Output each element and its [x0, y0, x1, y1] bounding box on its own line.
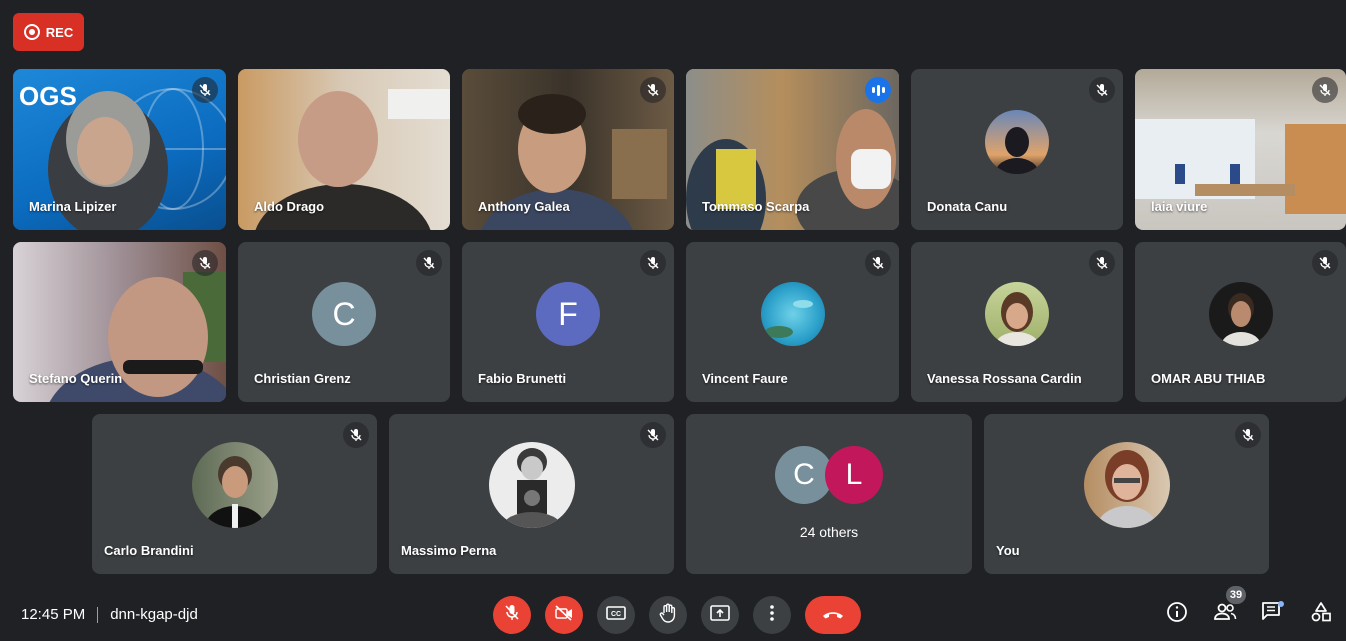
mic-off-icon: [192, 77, 218, 103]
recording-label: REC: [45, 24, 74, 40]
more-options-icon: [770, 604, 774, 626]
participant-name: Vincent Faure: [702, 371, 788, 386]
avatar-initial: C: [793, 458, 815, 491]
more-options-button[interactable]: [753, 596, 791, 634]
mic-off-icon: [640, 77, 666, 103]
chat-button[interactable]: [1260, 600, 1286, 628]
bottom-toolbar: 12:45 PM dnn-kgap-djd CC 39: [0, 586, 1346, 641]
mic-off-icon: [640, 250, 666, 276]
camera-toggle-button[interactable]: [545, 596, 583, 634]
avatar-initial: C: [332, 295, 356, 332]
mic-off-icon: [865, 250, 891, 276]
avatar: [760, 282, 825, 346]
participant-tile-donata[interactable]: Donata Canu: [911, 69, 1123, 230]
participant-name: Aldo Drago: [254, 199, 325, 214]
participant-tile-omar[interactable]: OMAR ABU THIAB: [1135, 242, 1346, 402]
others-avatars: C L: [775, 446, 883, 504]
participant-tile-anthony[interactable]: Anthony Galea: [462, 69, 674, 230]
chat-icon: [1261, 600, 1285, 628]
recording-indicator: REC: [13, 13, 84, 51]
avatar-initial: F: [558, 295, 578, 332]
mic-off-icon: [1089, 77, 1115, 103]
avatar: [488, 442, 575, 528]
mic-off-icon: [416, 250, 442, 276]
activities-icon: [1310, 601, 1332, 628]
avatar: [1083, 442, 1170, 528]
participant-name: Stefano Querin: [29, 371, 123, 386]
participant-name: OMAR ABU THIAB: [1151, 371, 1266, 386]
present-now-button[interactable]: [701, 596, 739, 634]
captions-button[interactable]: CC: [597, 596, 635, 634]
info-icon: [1166, 601, 1188, 628]
meeting-details: 12:45 PM dnn-kgap-djd: [21, 606, 198, 623]
participant-name: Anthony Galea: [478, 199, 570, 214]
mic-off-icon: [192, 250, 218, 276]
participant-tile-you[interactable]: You: [984, 414, 1269, 574]
avatar: F: [536, 282, 600, 346]
meeting-time: 12:45 PM: [21, 606, 86, 623]
mic-off-icon: [1312, 250, 1338, 276]
participants-count-badge: 39: [1226, 586, 1246, 604]
participant-name: Tommaso Scarpa: [702, 199, 810, 214]
participant-tile-christian[interactable]: C Christian Grenz: [238, 242, 450, 402]
participant-name: Donata Canu: [927, 199, 1008, 214]
mic-off-icon: [504, 604, 520, 627]
participant-tile-vanessa[interactable]: Vanessa Rossana Cardin: [911, 242, 1123, 402]
participant-tile-aldo[interactable]: Aldo Drago: [238, 69, 450, 230]
logo-text: OGS: [19, 81, 77, 111]
avatar-initial: L: [845, 458, 863, 491]
mic-off-icon: [640, 422, 666, 448]
avatar: [985, 109, 1049, 174]
participant-name: Christian Grenz: [254, 371, 351, 386]
participant-tile-stefano[interactable]: Stefano Querin: [13, 242, 226, 402]
avatar: C: [312, 282, 376, 346]
captions-icon: CC: [606, 605, 626, 625]
leave-call-button[interactable]: [805, 596, 861, 634]
activities-button[interactable]: [1308, 601, 1334, 627]
participant-name: laia viure: [1151, 199, 1208, 214]
svg-text:CC: CC: [611, 611, 621, 618]
avatar: L: [825, 446, 883, 504]
show-everyone-button[interactable]: [1212, 601, 1238, 627]
mic-off-icon: [343, 422, 369, 448]
participant-name: Marina Lipizer: [29, 199, 117, 214]
end-call-icon: [821, 606, 845, 624]
participant-name: Vanessa Rossana Cardin: [927, 371, 1082, 386]
participant-tile-vincent[interactable]: Vincent Faure: [686, 242, 899, 402]
meeting-details-button[interactable]: [1164, 601, 1190, 627]
avatar: [1208, 282, 1273, 346]
mic-off-icon: [1089, 250, 1115, 276]
raise-hand-button[interactable]: [649, 596, 687, 634]
record-icon: [23, 24, 40, 40]
raise-hand-icon: [659, 603, 677, 628]
meeting-code: dnn-kgap-djd: [110, 606, 198, 623]
participant-tile-massimo[interactable]: Massimo Perna: [389, 414, 674, 574]
participant-name: Carlo Brandini: [104, 543, 194, 558]
participant-tile-tommaso[interactable]: Tommaso Scarpa: [686, 69, 899, 230]
participant-name: Fabio Brunetti: [478, 371, 567, 386]
divider: [97, 606, 99, 623]
participant-tile-laia[interactable]: laia viure: [1135, 69, 1346, 230]
avatar: [191, 442, 278, 528]
participant-tile-marina[interactable]: OGS Marina Lipizer: [13, 69, 226, 230]
others-count: 24 others: [799, 524, 859, 540]
mic-off-icon: [1312, 77, 1338, 103]
mic-off-icon: [1235, 422, 1261, 448]
participant-tile-fabio[interactable]: F Fabio Brunetti: [462, 242, 674, 402]
present-icon: [710, 604, 730, 626]
participant-name: Massimo Perna: [401, 543, 497, 558]
participant-tile-carlo[interactable]: Carlo Brandini: [92, 414, 377, 574]
participant-name: You: [996, 543, 1020, 558]
others-tile[interactable]: C L 24 others: [686, 414, 972, 574]
people-icon: [1213, 603, 1237, 626]
camera-off-icon: [555, 604, 573, 626]
mic-toggle-button[interactable]: [493, 596, 531, 634]
avatar: [985, 282, 1049, 346]
speaking-indicator-icon: [865, 77, 891, 103]
